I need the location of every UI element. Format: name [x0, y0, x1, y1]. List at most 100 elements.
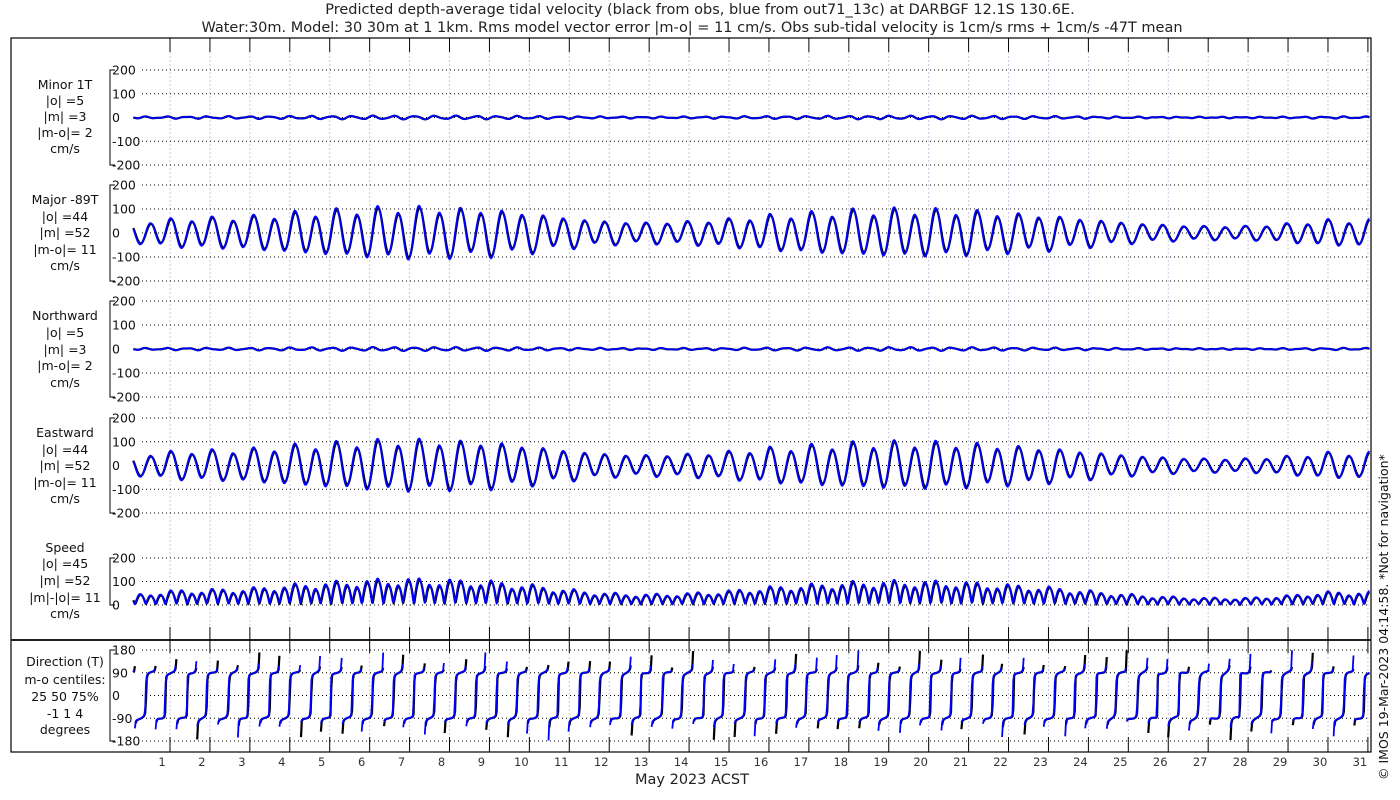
day-tick-label: 7: [398, 755, 405, 769]
day-tick-label: 16: [754, 755, 769, 769]
y-tick-label: 180: [112, 643, 136, 658]
y-tick-label: 0: [112, 598, 120, 613]
panel-label-line: |o| =5: [46, 93, 84, 108]
y-tick-label: 0: [112, 226, 120, 241]
chart-title-line-1: Predicted depth-average tidal velocity (…: [325, 2, 1075, 18]
y-tick-label: 0: [112, 342, 120, 357]
day-tick-label: 28: [1233, 755, 1248, 769]
y-tick-label: -100: [112, 366, 140, 381]
day-tick-label: 6: [358, 755, 365, 769]
day-tick-label: 2: [198, 755, 205, 769]
panel-label-line: cm/s: [50, 606, 80, 621]
panel-label-line: |m| =52: [40, 573, 91, 588]
day-tick-label: 19: [873, 755, 888, 769]
day-tick-label: 14: [674, 755, 689, 769]
panel-label-line: |m-o|= 11: [33, 475, 96, 490]
day-tick-label: 30: [1313, 755, 1328, 769]
y-tick-label: 0: [112, 458, 120, 473]
day-tick-label: 5: [318, 755, 325, 769]
day-tick-label: 11: [554, 755, 569, 769]
y-tick-label: 200: [112, 178, 136, 193]
y-tick-label: -200: [112, 390, 140, 405]
y-tick-label: 200: [112, 63, 136, 78]
panel-label-line: |m| =52: [40, 458, 91, 473]
y-tick-label: -200: [112, 274, 140, 289]
y-tick-label: 100: [112, 574, 136, 589]
y-tick-label: -180: [112, 734, 140, 749]
panel-label-line: Eastward: [36, 425, 94, 440]
y-tick-label: 100: [112, 202, 136, 217]
plot-frame: [10, 37, 1372, 753]
panels: Minor 1T|o| =5|m| =3|m-o|= 2cm/s2001000-…: [24, 63, 1371, 749]
day-tick-label: 1: [158, 755, 165, 769]
day-tick-label: 8: [438, 755, 445, 769]
day-tick-label: 23: [1033, 755, 1048, 769]
panel-label-line: cm/s: [50, 141, 80, 156]
panel-label-line: 25 50 75%: [31, 689, 99, 704]
panel-label-line: cm/s: [50, 375, 80, 390]
panel-label-line: Direction (T): [26, 654, 104, 669]
chart-title-line-2: Water:30m. Model: 30 30m at 1 1km. Rms m…: [201, 20, 1182, 36]
panel-label-line: |o| =44: [42, 442, 88, 457]
y-tick-label: 200: [112, 294, 136, 309]
y-tick-label: 0: [112, 688, 120, 703]
panel-north: Northward |o| =5 |m| =3|m-o|= 2 cm/s 200 100 0…: [32, 294, 1370, 405]
day-tick-label: 3: [238, 755, 245, 769]
credit-text: © IMOS 19-Mar-2023 04:14:58. *Not for na…: [1376, 454, 1391, 780]
tidal-velocity-chart: Predicted depth-average tidal velocity (…: [10, 2, 1391, 788]
panel-label-line: -1 1 4: [47, 706, 83, 721]
y-tick-label: 90: [112, 665, 128, 680]
day-tick-label: 20: [913, 755, 928, 769]
panel-label-line: Major -89T: [32, 192, 99, 207]
day-axis: 1 2 3 4 5 6 7 8 9 10 11 12 13 14 15 16 17 18 19 20 21 22 23 24 2…: [158, 38, 1369, 769]
panel-label-line: Northward: [32, 308, 98, 323]
y-tick-label: 100: [112, 434, 136, 449]
y-tick-label: 200: [112, 411, 136, 426]
panel-label-line: |m|-|o|= 11: [29, 590, 101, 605]
day-tick-label: 13: [634, 755, 649, 769]
panel-label-line: m-o centiles:: [24, 672, 105, 687]
panel-label-line: Minor 1T: [38, 77, 93, 92]
day-tick-label: 24: [1073, 755, 1088, 769]
day-tick-label: 18: [833, 755, 848, 769]
x-axis-label: May 2023 ACST: [635, 772, 749, 788]
y-tick-label: 100: [112, 318, 136, 333]
panel-minor: Minor 1T|o| =5|m| =3|m-o|= 2cm/s 200 100 0 -…: [37, 63, 1370, 173]
panel-label-line: |o| =5: [46, 325, 84, 340]
panel-east: Eastward |o| =44|m| =52 |m-o|= 11cm/s 200 10…: [33, 411, 1371, 521]
y-tick-label: -200: [112, 506, 140, 521]
panel-label-line: |o| =45: [42, 556, 88, 571]
day-tick-label: 21: [953, 755, 968, 769]
series-model-speed: [132, 577, 1370, 606]
day-tick-label: 27: [1193, 755, 1208, 769]
panel-label-line: |m-o|= 2: [37, 125, 92, 140]
panel-label-line: |m-o|= 2: [37, 358, 92, 373]
panel-label-line: Speed: [45, 540, 84, 555]
day-tick-label: 31: [1353, 755, 1368, 769]
panel-label-line: |m| =3: [44, 109, 87, 124]
panel-label-line: degrees: [40, 722, 90, 737]
y-tick-label: 200: [112, 551, 136, 566]
day-tick-label: 9: [478, 755, 485, 769]
y-tick-label: -90: [112, 711, 132, 726]
panel-label-line: |m| =3: [44, 342, 87, 357]
y-tick-label: -100: [112, 134, 140, 149]
panel-label-line: cm/s: [50, 258, 80, 273]
day-tick-label: 22: [993, 755, 1008, 769]
day-tick-label: 25: [1113, 755, 1128, 769]
panel-direction: Direction (T) m-o centiles: 25 50 75% -1 1 …: [24, 643, 1370, 749]
day-tick-label: 10: [514, 755, 529, 769]
y-tick-label: 0: [112, 110, 120, 125]
panel-label-line: |o| =44: [42, 209, 88, 224]
day-tick-label: 29: [1273, 755, 1288, 769]
day-tick-label: 26: [1153, 755, 1168, 769]
day-tick-label: 4: [278, 755, 285, 769]
day-tick-label: 12: [594, 755, 609, 769]
panel-label-line: cm/s: [50, 491, 80, 506]
day-tick-label: 17: [794, 755, 809, 769]
panel-label-line: |m| =52: [40, 225, 91, 240]
y-tick-label: -100: [112, 250, 140, 265]
y-tick-label: -100: [112, 482, 140, 497]
day-tick-label: 15: [714, 755, 729, 769]
panel-label-line: |m-o|= 11: [33, 242, 96, 257]
